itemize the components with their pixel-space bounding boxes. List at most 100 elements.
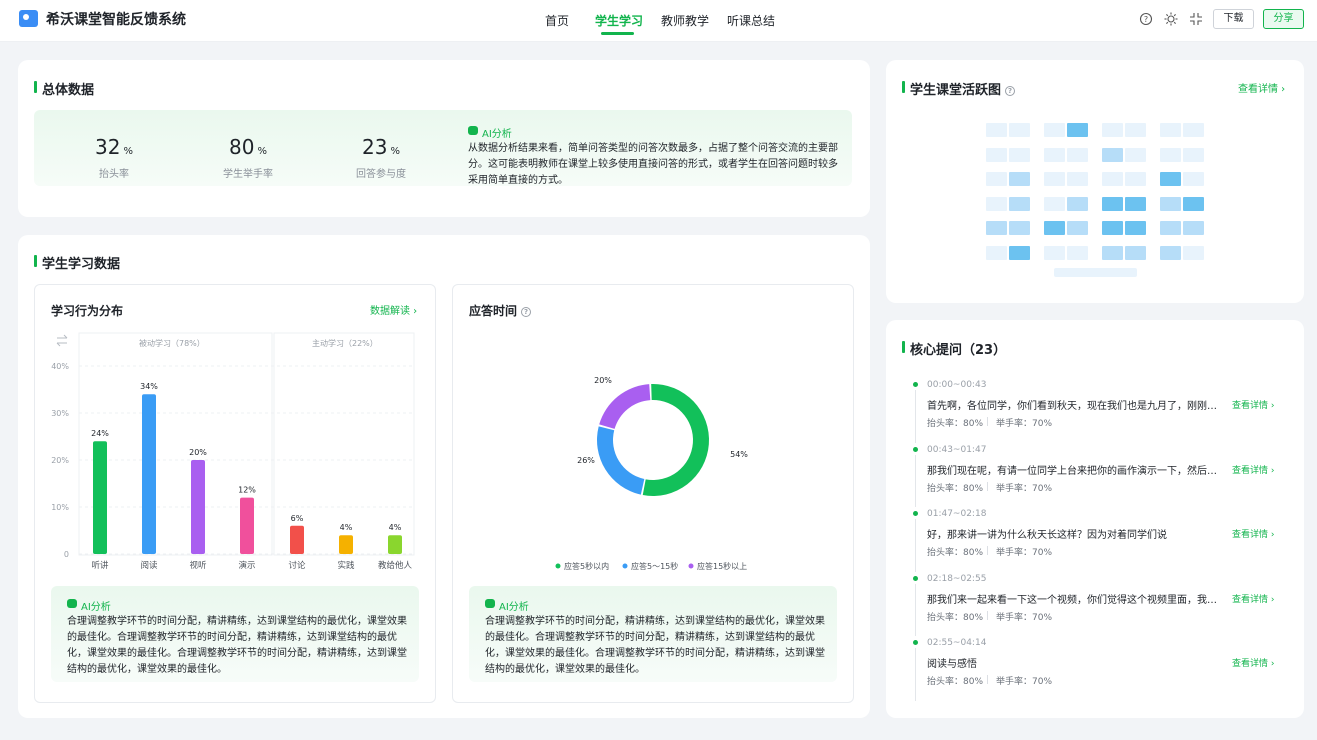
- heat-cell[interactable]: [1067, 221, 1088, 235]
- bar-value-label: 6%: [291, 514, 304, 523]
- bar[interactable]: [388, 535, 402, 554]
- bar-value-label: 24%: [91, 429, 109, 438]
- heat-cell[interactable]: [1067, 172, 1088, 186]
- metric-label: 学生举手率: [223, 169, 273, 180]
- heat-cell[interactable]: [1160, 172, 1181, 186]
- heat-cell[interactable]: [1044, 172, 1065, 186]
- heat-cell[interactable]: [1183, 172, 1204, 186]
- x-category-label: 视听: [189, 560, 207, 571]
- question-detail-link[interactable]: 查看详情 ›: [1232, 527, 1274, 540]
- heat-cell[interactable]: [1183, 123, 1204, 137]
- heat-cell[interactable]: [1009, 123, 1030, 137]
- heat-cell[interactable]: [1125, 148, 1146, 162]
- help-icon[interactable]: ?: [1139, 12, 1153, 26]
- donut-slice[interactable]: [642, 384, 709, 496]
- heat-cell[interactable]: [1044, 148, 1065, 162]
- heat-cell[interactable]: [1067, 148, 1088, 162]
- heat-cell[interactable]: [1125, 246, 1146, 260]
- timeline-line: [915, 454, 916, 507]
- overview-card: 总体数据 32% 抬头率 80% 学生举手率 23% 回答参与度 AI分析 从数…: [18, 60, 870, 217]
- heat-cell[interactable]: [1183, 246, 1204, 260]
- heat-cell[interactable]: [1009, 172, 1030, 186]
- download-button[interactable]: 下载: [1213, 9, 1254, 29]
- metric-value: 23: [362, 135, 388, 159]
- stat-divider: [987, 546, 988, 555]
- core-questions-card: 核心提问（23） 00:00~00:43 首先啊，各位同学，你们看到秋天，现在我们…: [886, 320, 1304, 718]
- metric-unit: %: [390, 146, 400, 157]
- heat-cell[interactable]: [1102, 123, 1123, 137]
- core-questions-title: 核心提问（23）: [902, 339, 1006, 358]
- student-learning-title: 学生学习数据: [34, 253, 120, 272]
- heat-cell[interactable]: [1044, 123, 1065, 137]
- collapse-icon[interactable]: [1189, 12, 1203, 26]
- legend-label: 应答5～15秒: [631, 561, 678, 571]
- bar[interactable]: [191, 460, 205, 554]
- heat-cell[interactable]: [1102, 246, 1123, 260]
- heat-cell[interactable]: [1183, 148, 1204, 162]
- nav-home[interactable]: 首页: [545, 12, 569, 29]
- heat-cell[interactable]: [1183, 221, 1204, 235]
- heat-cell[interactable]: [1102, 172, 1123, 186]
- ai-analysis-tag: AI分析: [67, 598, 111, 613]
- heat-cell[interactable]: [1183, 197, 1204, 211]
- bar[interactable]: [339, 535, 353, 554]
- response-ai-panel: AI分析 合理调整教学环节的时间分配，精讲精练，达到课堂结构的最优化，课堂效果的…: [469, 586, 837, 682]
- share-button[interactable]: 分享: [1263, 9, 1304, 29]
- heat-cell[interactable]: [1009, 246, 1030, 260]
- question-detail-link[interactable]: 查看详情 ›: [1232, 656, 1274, 669]
- question-time: 00:43~01:47: [927, 444, 987, 455]
- question-text: 阅读与感悟: [927, 659, 977, 670]
- heat-cell[interactable]: [1160, 221, 1181, 235]
- donut-slice[interactable]: [599, 384, 651, 429]
- heat-cell[interactable]: [1125, 123, 1146, 137]
- heat-cell[interactable]: [986, 197, 1007, 211]
- bar[interactable]: [290, 525, 304, 554]
- heat-cell[interactable]: [1009, 197, 1030, 211]
- question-detail-link[interactable]: 查看详情 ›: [1232, 592, 1274, 605]
- response-time-panel: 应答时间? 54% 26% 20% 应答5秒以内 应答5～15秒 应答15秒以上 AI分析…: [452, 284, 854, 703]
- nav-student-learning[interactable]: 学生学习: [595, 12, 643, 29]
- heat-cell[interactable]: [1160, 123, 1181, 137]
- heat-cell[interactable]: [1102, 197, 1123, 211]
- nav-lesson-summary[interactable]: 听课总结: [727, 12, 775, 29]
- heat-cell[interactable]: [1102, 221, 1123, 235]
- heat-cell[interactable]: [1125, 221, 1146, 235]
- group-active-label: 主动学习（22%）: [312, 339, 378, 348]
- donut-slice[interactable]: [597, 426, 645, 495]
- nav-teacher-teaching[interactable]: 教师教学: [661, 12, 709, 29]
- heat-cell[interactable]: [1125, 172, 1146, 186]
- heat-cell[interactable]: [1125, 197, 1146, 211]
- bar[interactable]: [142, 394, 156, 554]
- heat-cell[interactable]: [1067, 246, 1088, 260]
- heat-cell[interactable]: [1044, 246, 1065, 260]
- heat-cell[interactable]: [1160, 197, 1181, 211]
- bar-value-label: 34%: [140, 382, 158, 391]
- question-detail-link[interactable]: 查看详情 ›: [1232, 463, 1274, 476]
- question-detail-link[interactable]: 查看详情 ›: [1232, 398, 1274, 411]
- heat-cell[interactable]: [1009, 148, 1030, 162]
- heat-cell[interactable]: [986, 246, 1007, 260]
- heat-cell[interactable]: [1009, 221, 1030, 235]
- heat-cell[interactable]: [986, 172, 1007, 186]
- heat-cell[interactable]: [986, 148, 1007, 162]
- heat-cell[interactable]: [986, 221, 1007, 235]
- data-interpretation-link[interactable]: 数据解读 ›: [370, 302, 417, 317]
- swap-icon[interactable]: [56, 334, 68, 347]
- bar-value-label: 4%: [340, 523, 353, 532]
- y-tick-label: 0: [64, 550, 69, 559]
- heat-cell[interactable]: [1067, 197, 1088, 211]
- heat-cell[interactable]: [1160, 246, 1181, 260]
- y-tick-label: 10%: [51, 503, 69, 512]
- heat-cell[interactable]: [1044, 221, 1065, 235]
- heat-cell[interactable]: [986, 123, 1007, 137]
- bar[interactable]: [240, 497, 254, 554]
- bar[interactable]: [93, 441, 107, 554]
- help-icon[interactable]: ?: [521, 306, 532, 317]
- heat-cell[interactable]: [1067, 123, 1088, 137]
- brightness-icon[interactable]: [1164, 12, 1178, 26]
- heat-cell[interactable]: [1044, 197, 1065, 211]
- stat-divider: [987, 417, 988, 426]
- heat-cell[interactable]: [1160, 148, 1181, 162]
- heat-cell[interactable]: [1102, 148, 1123, 162]
- slice-value-label: 20%: [594, 376, 612, 385]
